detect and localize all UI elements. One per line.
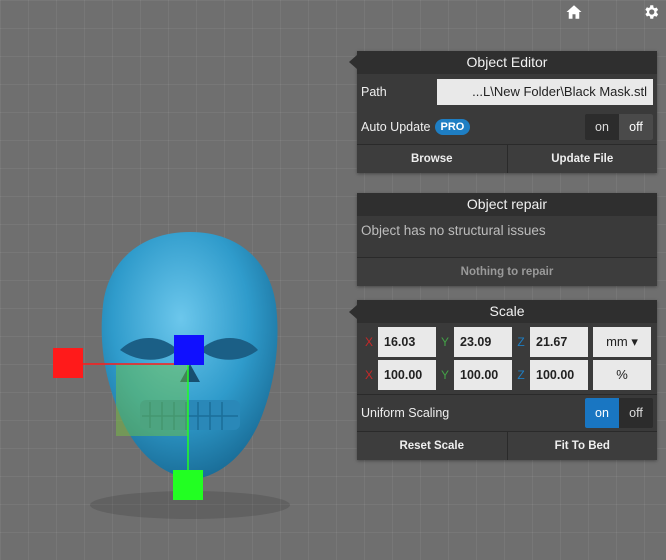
axis-z-label: Z <box>517 335 525 349</box>
uniform-on[interactable]: on <box>585 398 619 428</box>
object-repair-panel: Object repair Object has no structural i… <box>357 193 657 286</box>
object-repair-title: Object repair <box>357 193 657 216</box>
auto-update-label: Auto Update <box>361 120 431 134</box>
size-x-input[interactable]: 16.03 <box>378 327 436 357</box>
axis-x-label: X <box>364 368 373 382</box>
axis-x-label: X <box>364 335 373 349</box>
percent-unit: % <box>593 360 651 390</box>
auto-update-on[interactable]: on <box>585 114 619 140</box>
size-z-input[interactable]: 21.67 <box>530 327 588 357</box>
path-field[interactable]: ...L\New Folder\Black Mask.stl <box>437 79 653 105</box>
auto-update-off[interactable]: off <box>619 114 653 140</box>
unit-dropdown[interactable]: mm ▾ <box>593 327 651 357</box>
auto-update-toggle[interactable]: on off <box>585 114 653 140</box>
percent-y-input[interactable]: 100.00 <box>454 360 512 390</box>
panel-caret <box>349 305 357 319</box>
fit-to-bed-button[interactable]: Fit To Bed <box>506 432 657 460</box>
gizmo-plane[interactable] <box>116 364 188 436</box>
size-y-input[interactable]: 23.09 <box>454 327 512 357</box>
browse-button[interactable]: Browse <box>357 145 507 173</box>
gizmo-x-handle[interactable] <box>53 348 83 378</box>
uniform-scaling-toggle[interactable]: on off <box>585 398 653 428</box>
nothing-to-repair-button[interactable]: Nothing to repair <box>357 258 657 286</box>
uniform-off[interactable]: off <box>619 398 653 428</box>
reset-scale-button[interactable]: Reset Scale <box>357 432 507 460</box>
percent-z-input[interactable]: 100.00 <box>530 360 588 390</box>
scale-panel: Scale X 16.03 Y 23.09 Z 21.67 mm ▾ X 100… <box>349 300 657 460</box>
percent-x-input[interactable]: 100.00 <box>378 360 436 390</box>
axis-y-label: Y <box>440 368 449 382</box>
repair-status: Object has no structural issues <box>361 223 546 238</box>
object-editor-panel: Object Editor Path ...L\New Folder\Black… <box>349 51 657 173</box>
gizmo-z-handle[interactable] <box>174 335 204 365</box>
axis-y-label: Y <box>440 335 449 349</box>
path-label: Path <box>361 85 387 99</box>
uniform-scaling-label: Uniform Scaling <box>361 406 450 420</box>
panel-caret <box>349 55 357 69</box>
gizmo-y-handle[interactable] <box>173 470 203 500</box>
pro-badge: PRO <box>434 119 471 135</box>
home-icon[interactable] <box>564 2 584 22</box>
gear-icon[interactable] <box>641 2 661 22</box>
scale-title: Scale <box>357 300 657 323</box>
object-editor-title: Object Editor <box>357 51 657 74</box>
update-file-button[interactable]: Update File <box>506 145 657 173</box>
axis-z-label: Z <box>517 368 525 382</box>
